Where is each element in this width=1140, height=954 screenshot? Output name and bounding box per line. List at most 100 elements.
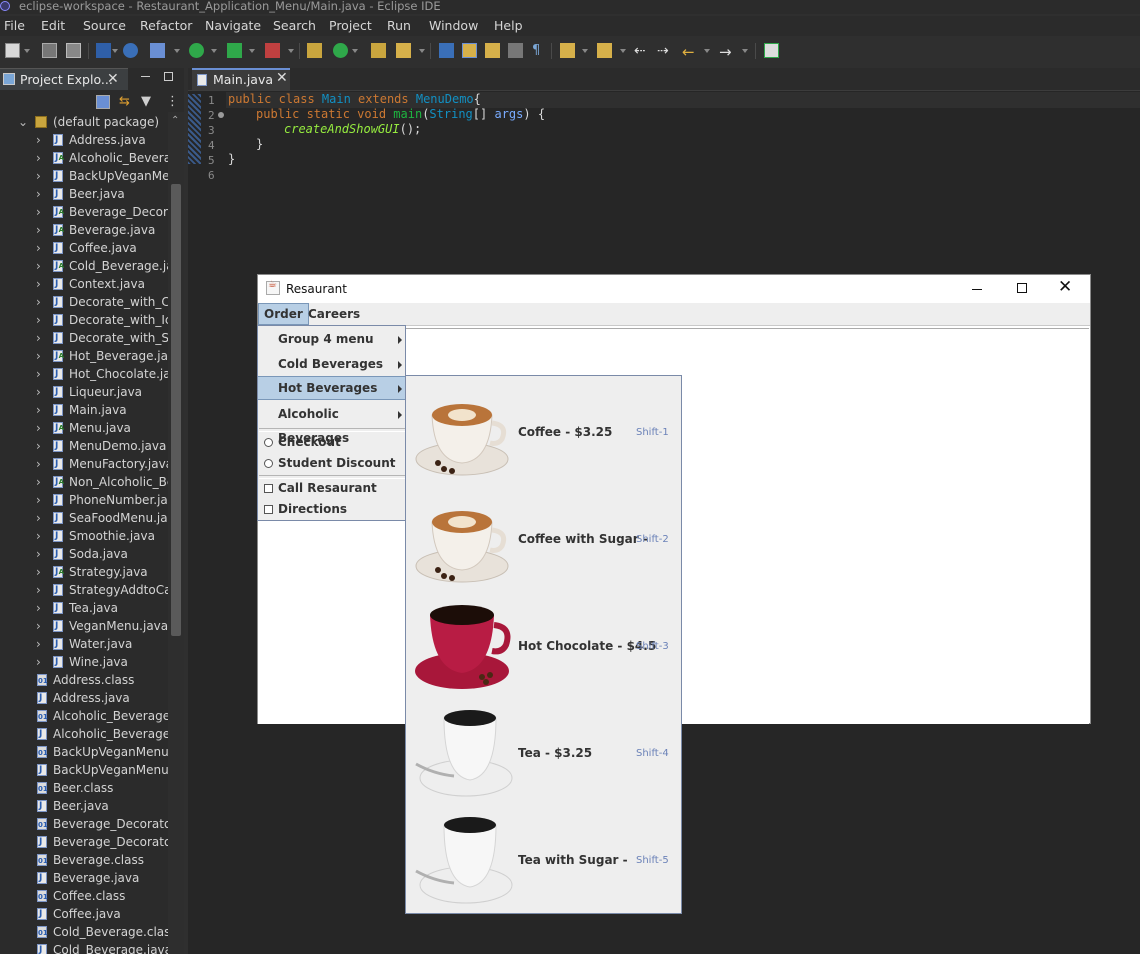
tree-item[interactable]: › SeaFoodMenu.java: [0, 509, 168, 527]
tree-item[interactable]: › Decorate_with_Sug: [0, 329, 168, 347]
minimize-view-icon[interactable]: [141, 76, 150, 77]
pen-dropdown-icon[interactable]: [419, 49, 425, 53]
tab-project-explorer[interactable]: Project Explo... ✕: [0, 68, 128, 90]
pen-icon[interactable]: [396, 43, 411, 58]
tree-item[interactable]: › Main.java: [0, 401, 168, 419]
tree-item[interactable]: Beer.class: [0, 779, 168, 798]
chevron-right-icon[interactable]: ›: [36, 599, 41, 617]
tree-item[interactable]: Address.java: [0, 689, 168, 707]
menu-item-call-resaurant[interactable]: Call Resaurant: [258, 478, 405, 499]
tree-item[interactable]: › Context.java: [0, 275, 168, 293]
tree-item[interactable]: › Tea.java: [0, 599, 168, 617]
chevron-right-icon[interactable]: ›: [36, 509, 41, 527]
chevron-right-icon[interactable]: ›: [36, 167, 41, 185]
chevron-right-icon[interactable]: ›: [36, 365, 41, 383]
menu-source[interactable]: Source: [83, 18, 126, 33]
menu-item-hot-chocolate[interactable]: Hot Chocolate - $4.5 Shift-3: [406, 591, 681, 698]
chevron-up-icon[interactable]: ⌃: [171, 115, 179, 126]
tree-item[interactable]: › Alcoholic_Beverag: [0, 149, 168, 167]
tree-item[interactable]: › Strategy.java: [0, 563, 168, 581]
tree-item[interactable]: Alcoholic_Beverage.ja: [0, 725, 168, 743]
tree-item[interactable]: › Wine.java: [0, 653, 168, 671]
tree-item[interactable]: › Decorate_with_Ice.: [0, 311, 168, 329]
view-menu-icon[interactable]: ⋮: [166, 95, 180, 109]
next-annotation-icon[interactable]: [560, 43, 575, 58]
maximize-icon[interactable]: [1017, 283, 1027, 293]
debug-run-dropdown-icon[interactable]: [249, 49, 255, 53]
tree-item[interactable]: › Liqueur.java: [0, 383, 168, 401]
chevron-right-icon[interactable]: ›: [36, 653, 41, 671]
tree-item[interactable]: Address.class: [0, 671, 168, 690]
back-dropdown-icon[interactable]: [704, 49, 710, 53]
chevron-right-icon[interactable]: ›: [36, 473, 41, 491]
new-package-icon[interactable]: [307, 43, 322, 58]
menu-project[interactable]: Project: [329, 18, 372, 33]
tree-item[interactable]: Beverage.class: [0, 851, 168, 870]
tree-item[interactable]: › Non_Alcoholic_Bev: [0, 473, 168, 491]
chevron-right-icon[interactable]: ›: [36, 455, 41, 473]
chevron-right-icon[interactable]: ›: [36, 239, 41, 257]
tree-item[interactable]: Cold_Beverage.class: [0, 923, 168, 942]
menu-item-cold-beverages[interactable]: Cold Beverages: [258, 352, 405, 376]
maximize-view-icon[interactable]: [164, 72, 173, 81]
menu-item-tea[interactable]: Tea - $3.25 Shift-4: [406, 698, 681, 805]
radio-icon[interactable]: [264, 459, 273, 468]
menu-file[interactable]: File: [4, 18, 25, 33]
next-annotation-dropdown-icon[interactable]: [582, 49, 588, 53]
chevron-right-icon[interactable]: ›: [36, 185, 41, 203]
tree-item[interactable]: › VeganMenu.java: [0, 617, 168, 635]
run-icon[interactable]: [189, 43, 204, 58]
tree-item[interactable]: › MenuFactory.java: [0, 455, 168, 473]
minimize-icon[interactable]: [972, 289, 982, 290]
tab-main-java[interactable]: Main.java ✕: [192, 68, 290, 90]
menu-edit[interactable]: Edit: [41, 18, 65, 33]
menu-item-coffee[interactable]: Coffee - $3.25 Shift-1: [406, 377, 681, 484]
tree-item[interactable]: › Decorate_with_Cre: [0, 293, 168, 311]
chevron-right-icon[interactable]: ›: [36, 617, 41, 635]
back-icon[interactable]: ←: [682, 43, 697, 61]
tree-item[interactable]: › Beverage.java: [0, 221, 168, 239]
chevron-right-icon[interactable]: ›: [36, 383, 41, 401]
last-edit-icon[interactable]: ⇠: [634, 43, 649, 59]
collapse-all-icon[interactable]: [96, 95, 110, 109]
prev-annotation-dropdown-icon[interactable]: [620, 49, 626, 53]
menu-careers[interactable]: Careers: [303, 303, 365, 325]
tree-item[interactable]: › Beer.java: [0, 185, 168, 203]
tree-item[interactable]: › Smoothie.java: [0, 527, 168, 545]
chevron-right-icon[interactable]: ›: [36, 257, 41, 275]
menu-refactor[interactable]: Refactor: [140, 18, 192, 33]
whitespace-icon[interactable]: ¶: [532, 43, 547, 58]
chevron-down-icon[interactable]: ⌄: [18, 113, 28, 131]
block-selection-icon[interactable]: [508, 43, 523, 58]
prev-annotation-icon[interactable]: [597, 43, 612, 58]
coverage-icon[interactable]: [265, 43, 280, 58]
menu-item-tea-with-sugar[interactable]: Tea with Sugar - Shift-5: [406, 805, 681, 912]
filter-icon[interactable]: ▼: [141, 95, 155, 109]
mark-occurrences-icon[interactable]: [462, 43, 477, 58]
scrollbar-thumb[interactable]: [171, 184, 181, 636]
toggle-highlight-icon[interactable]: [485, 43, 500, 58]
chevron-right-icon[interactable]: ›: [36, 581, 41, 599]
tree-item[interactable]: › Cold_Beverage.java: [0, 257, 168, 275]
chevron-right-icon[interactable]: ›: [36, 149, 41, 167]
chevron-right-icon[interactable]: ›: [36, 293, 41, 311]
tree-item[interactable]: Alcoholic_Beverage.cl: [0, 707, 168, 726]
tree-item[interactable]: › Address.java: [0, 131, 168, 149]
skip-breakpoints-icon[interactable]: [150, 43, 165, 58]
tree-item[interactable]: BackUpVeganMenu.ja: [0, 761, 168, 779]
chevron-right-icon[interactable]: ›: [36, 635, 41, 653]
tree-item[interactable]: Coffee.class: [0, 887, 168, 906]
tree-item[interactable]: › MenuDemo.java: [0, 437, 168, 455]
open-type-icon[interactable]: [96, 43, 111, 58]
chevron-right-icon[interactable]: ›: [36, 527, 41, 545]
chevron-right-icon[interactable]: ›: [36, 347, 41, 365]
checkbox-icon[interactable]: [264, 484, 273, 493]
chevron-right-icon[interactable]: ›: [36, 131, 41, 149]
new-icon[interactable]: [5, 43, 20, 58]
checkbox-icon[interactable]: [264, 505, 273, 514]
tree-item[interactable]: Beer.java: [0, 797, 168, 815]
tree-item[interactable]: › Hot_Beverage.java: [0, 347, 168, 365]
tree-item[interactable]: Cold_Beverage.java: [0, 941, 168, 954]
chevron-right-icon[interactable]: ›: [36, 401, 41, 419]
radio-icon[interactable]: [264, 438, 273, 447]
